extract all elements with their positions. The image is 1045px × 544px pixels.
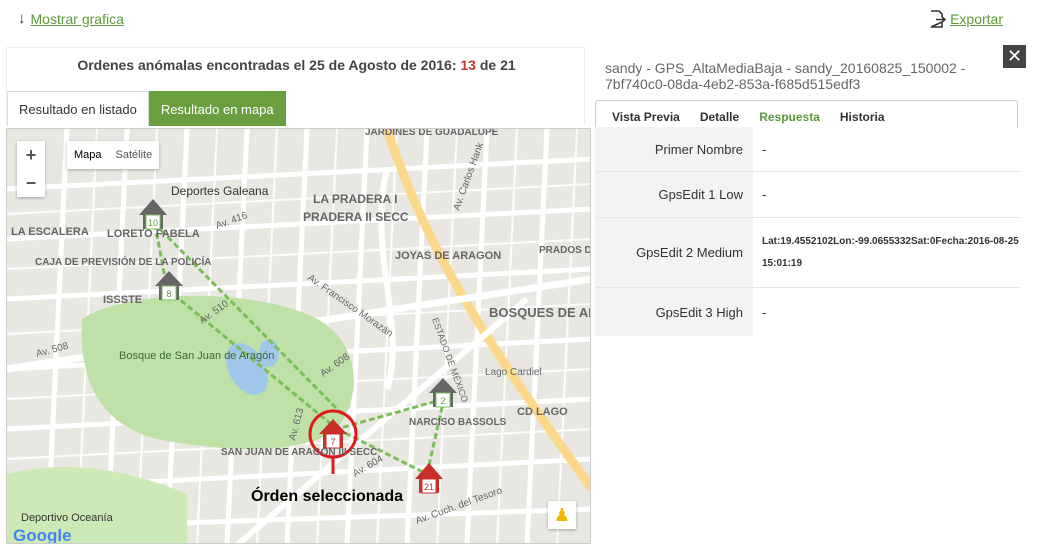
- row-value: -: [762, 141, 767, 157]
- zoom-control: + −: [17, 141, 45, 197]
- svg-text:21: 21: [424, 482, 434, 492]
- map-label: SAN JUAN DE ARAGÓN III SECC: [221, 445, 377, 458]
- row-label: GpsEdit 3 High: [595, 288, 753, 336]
- total-count: 21: [500, 57, 516, 73]
- map-label: LORETO FABELA: [107, 228, 200, 240]
- pegman-icon[interactable]: ♟: [548, 501, 576, 529]
- map-label: JARDINES DE GUADALUPE: [365, 129, 499, 138]
- map-label: CAJA DE PREVISIÓN DE LA POLICÍA: [35, 255, 212, 268]
- response-table: Primer Nombre - GpsEdit 1 Low - GpsEdit …: [595, 127, 1020, 336]
- row-label: Primer Nombre: [595, 127, 753, 171]
- table-row: GpsEdit 3 High -: [595, 288, 1020, 336]
- close-button[interactable]: ✕: [1003, 45, 1026, 68]
- map-label: BOSQUES DE ARAGON: [489, 305, 591, 320]
- map-label: Lago Cardiel: [485, 367, 542, 378]
- svg-text:10: 10: [148, 218, 158, 228]
- table-row: GpsEdit 2 Medium Lat:19.4552102Lon:-99.0…: [595, 218, 1020, 288]
- map-label: CD LAGO: [517, 406, 568, 418]
- map-canvas: 10 8 2 21 7 Deportes Galeana LA PRADERA: [7, 129, 591, 543]
- google-logo: Google: [13, 526, 72, 544]
- tab-detail[interactable]: Detalle: [690, 101, 749, 128]
- selected-order-caption: Órden seleccionada: [251, 488, 404, 505]
- top-toolbar: ↓ Mostrar grafica Exportar: [0, 0, 1045, 40]
- map-label: NARCISO BASSOLS: [409, 417, 507, 428]
- svg-text:8: 8: [166, 289, 171, 299]
- row-label: GpsEdit 2 Medium: [595, 218, 753, 287]
- svg-text:7: 7: [330, 437, 335, 447]
- tab-response[interactable]: Respuesta: [749, 101, 830, 128]
- tab-map-result[interactable]: Resultado en mapa: [148, 91, 286, 126]
- tab-history[interactable]: Historia: [830, 101, 895, 128]
- row-value: -: [762, 187, 767, 202]
- results-panel: Ordenes anómalas encontradas el 25 de Ag…: [6, 47, 585, 126]
- table-row: GpsEdit 1 Low -: [595, 172, 1020, 218]
- svg-text:2: 2: [440, 396, 445, 406]
- row-value: -: [762, 304, 767, 320]
- map-label: JOYAS DE ARAGON: [395, 250, 501, 262]
- tab-preview[interactable]: Vista Previa: [602, 101, 690, 128]
- row-value: Lat:19.4552102Lon:-99.0655332Sat:0Fecha:…: [762, 235, 1019, 269]
- export-link[interactable]: Exportar: [928, 10, 1003, 28]
- map-view[interactable]: 10 8 2 21 7 Deportes Galeana LA PRADERA: [6, 128, 591, 544]
- map-label: ISSSTE: [103, 294, 142, 306]
- map-label: LA ESCALERA: [11, 226, 89, 238]
- map-label: Deportivo Oceanía: [21, 512, 114, 524]
- row-label: GpsEdit 1 Low: [595, 172, 753, 217]
- map-type-satellite-button[interactable]: Satélite: [109, 141, 160, 169]
- map-label: Deportes Galeana: [171, 184, 269, 198]
- zoom-in-button[interactable]: +: [17, 141, 45, 169]
- anomalies-headline: Ordenes anómalas encontradas el 25 de Ag…: [77, 57, 516, 73]
- map-label: PRADERA II SECC: [303, 210, 409, 224]
- table-row: Primer Nombre -: [595, 127, 1020, 172]
- map-label: Bosque de San Juan de Aragón: [119, 350, 274, 362]
- export-icon: [930, 10, 947, 28]
- show-chart-link[interactable]: ↓ Mostrar grafica: [18, 10, 124, 27]
- map-type-map-button[interactable]: Mapa: [67, 141, 109, 169]
- zoom-out-button[interactable]: −: [17, 169, 45, 197]
- map-type-control: Mapa Satélite: [67, 141, 160, 169]
- current-count: 13: [460, 57, 476, 73]
- record-title: sandy - GPS_AltaMediaBaja - sandy_201608…: [605, 60, 966, 92]
- map-label: LA PRADERA I: [313, 192, 397, 206]
- record-tabs: Vista Previa Detalle Respuesta Historia: [595, 100, 1018, 128]
- map-label: PRADOS DE ARAGON: [539, 245, 591, 256]
- result-view-tabs: Resultado en listado Resultado en mapa: [7, 91, 286, 126]
- arrow-down-icon: ↓: [18, 10, 26, 27]
- close-icon: ✕: [1006, 46, 1023, 66]
- tab-list-result[interactable]: Resultado en listado: [7, 91, 149, 126]
